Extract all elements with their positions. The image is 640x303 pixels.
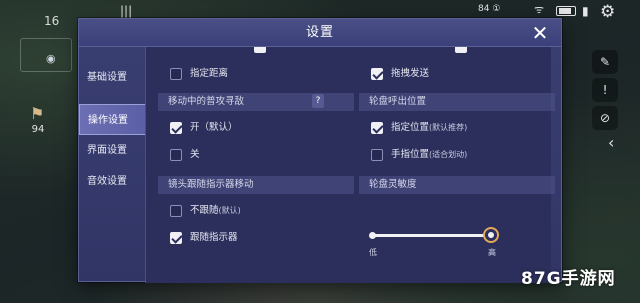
- drag-send-option[interactable]: 拖拽发送: [359, 64, 555, 84]
- section-moving-attack: 移动中的普攻寻敌 ?: [158, 93, 354, 111]
- gear-icon[interactable]: ⚙: [600, 2, 615, 22]
- specify-distance-label: 指定距离: [190, 68, 229, 79]
- drag-send-checkbox[interactable]: [371, 68, 383, 80]
- sensitivity-slider-track[interactable]: [373, 234, 491, 237]
- follow-indicator-option[interactable]: 跟随指示器: [158, 228, 354, 248]
- specified-position-label: 指定位置(默认推荐): [391, 122, 468, 133]
- help-button[interactable]: ?: [312, 94, 324, 108]
- tab-interface-settings[interactable]: 界面设置: [79, 135, 149, 166]
- sensitivity-slider-thumb[interactable]: [483, 227, 499, 243]
- eye-icon: ◉: [46, 52, 56, 65]
- section-wheel-position: 轮盘呼出位置: [359, 93, 555, 111]
- chevron-left-icon[interactable]: ‹: [608, 133, 614, 152]
- settings-sidebar: 基础设置 操作设置 界面设置 音效设置: [79, 47, 149, 283]
- specify-distance-option[interactable]: 指定距离: [158, 64, 354, 84]
- specified-position-checkbox[interactable]: [371, 122, 383, 134]
- settings-content: 指定距离 移动中的普攻寻敌 ? 开（默认） 关 镜头跟随指示器移动 不跟随(默认…: [145, 47, 555, 283]
- section-wheel-sensitivity-title: 轮盘灵敏度: [369, 179, 417, 190]
- attack-on-option[interactable]: 开（默认）: [158, 118, 354, 138]
- tab-controls-settings[interactable]: 操作设置: [79, 104, 149, 135]
- tab-audio-settings[interactable]: 音效设置: [79, 166, 149, 197]
- settings-column-right: 拖拽发送 轮盘呼出位置 指定位置(默认推荐) 手指位置(适合划动) 轮盘灵敏度 …: [359, 47, 555, 283]
- dialog-title: 设置: [305, 25, 334, 40]
- no-follow-label: 不跟随(默认): [190, 205, 241, 216]
- settings-dialog: 设置 ✕ 基础设置 操作设置 界面设置 音效设置 指定距离 移动中的普攻寻敌 ?…: [78, 18, 562, 283]
- alert-icon[interactable]: !: [592, 78, 618, 102]
- section-moving-attack-title: 移动中的普攻寻敌: [168, 96, 245, 107]
- edit-icon[interactable]: ✎: [592, 50, 618, 74]
- attack-off-checkbox[interactable]: [170, 149, 182, 161]
- signal-icon: ▮: [582, 4, 589, 18]
- specify-distance-checkbox[interactable]: [170, 68, 182, 80]
- section-camera-follow-title: 镜头跟随指示器移动: [168, 179, 254, 190]
- tab-basic-settings[interactable]: 基础设置: [79, 62, 149, 93]
- attack-on-label: 开（默认）: [190, 122, 238, 133]
- attack-off-option[interactable]: 关: [158, 145, 354, 165]
- battery-icon: [556, 6, 576, 16]
- settings-column-left: 指定距离 移动中的普攻寻敌 ? 开（默认） 关 镜头跟随指示器移动 不跟随(默认…: [158, 47, 354, 283]
- follow-indicator-checkbox[interactable]: [170, 232, 182, 244]
- slider-max-label: 高: [488, 248, 496, 257]
- attack-on-checkbox[interactable]: [170, 122, 182, 134]
- section-camera-follow: 镜头跟随指示器移动: [158, 176, 354, 194]
- section-wheel-sensitivity: 轮盘灵敏度: [359, 176, 555, 194]
- finger-position-checkbox[interactable]: [371, 149, 383, 161]
- section-wheel-position-title: 轮盘呼出位置: [369, 96, 427, 107]
- finger-position-option[interactable]: 手指位置(适合划动): [359, 145, 555, 165]
- close-icon[interactable]: ✕: [529, 22, 551, 44]
- watermark-logo: 87G手游网: [521, 269, 616, 289]
- hide-icon[interactable]: ⊘: [592, 106, 618, 130]
- follow-indicator-label: 跟随指示器: [190, 232, 238, 243]
- score-counter: 94: [31, 124, 45, 135]
- finger-position-label: 手指位置(适合划动): [391, 149, 468, 160]
- attack-off-label: 关: [190, 149, 200, 160]
- pause-indicator: |||: [120, 4, 133, 18]
- fps-counter: 16: [44, 14, 60, 28]
- stroller-icon: ⚑: [30, 104, 45, 123]
- no-follow-checkbox[interactable]: [170, 205, 182, 217]
- no-follow-option[interactable]: 不跟随(默认): [158, 201, 354, 221]
- ping-indicator: 84 ①: [478, 4, 501, 14]
- drag-send-label: 拖拽发送: [391, 68, 430, 79]
- slider-min-label: 低: [369, 248, 377, 257]
- specified-position-option[interactable]: 指定位置(默认推荐): [359, 118, 555, 138]
- wifi-icon: ᯤ: [534, 3, 545, 16]
